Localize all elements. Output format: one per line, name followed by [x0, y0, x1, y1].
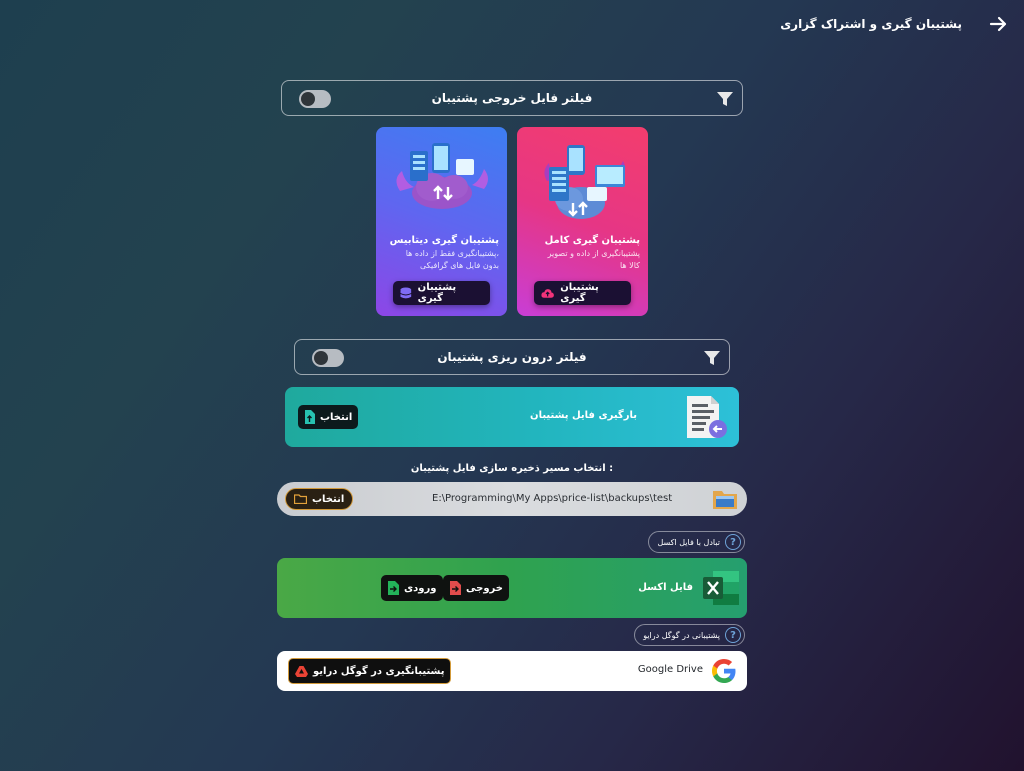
cloud-upload-icon: [541, 288, 554, 298]
excel-help[interactable]: تبادل با فایل اکسل ?: [648, 531, 745, 553]
import-filter-label: فیلتر درون ریزی پشتیبان: [437, 350, 587, 364]
full-backup-title: پشتیبان گیری کامل: [544, 235, 640, 246]
output-filter-toggle[interactable]: [299, 90, 331, 108]
document-import-icon: [687, 396, 727, 438]
import-filter-bar: فیلتر درون ریزی پشتیبان: [294, 339, 730, 375]
page-title: پشتیبان گیری و اشتراک گزاری: [780, 17, 962, 31]
google-drive-label: Google Drive: [637, 664, 703, 675]
import-filter-toggle[interactable]: [312, 349, 344, 367]
output-filter-label: فیلتر فایل خروجی پشتیبان: [431, 91, 593, 105]
file-upload-icon: [305, 410, 315, 424]
filter-icon: [704, 351, 720, 365]
drive-help[interactable]: پشتیبانی در گوگل درایو ?: [634, 624, 745, 646]
load-backup-row: انتخاب بارگیری فایل پشتیبان: [285, 387, 739, 447]
google-drive-backup-button[interactable]: پشتیبانگیری در گوگل درایو: [288, 658, 452, 684]
database-backup-button-label: پشتیبان گیری: [417, 282, 457, 304]
save-path-select-label: انتخاب: [312, 493, 345, 505]
drive-help-text: پشتیبانی در گوگل درایو: [643, 630, 720, 640]
full-backup-desc: پشتیبانگیری از داده و تصویر کالا ها: [547, 249, 640, 270]
load-backup-select-button[interactable]: انتخاب: [298, 405, 359, 429]
excel-import-label: ورودی: [404, 582, 437, 594]
google-drive-row: پشتیبانگیری در گوگل درایو Google Drive: [277, 651, 747, 691]
back-arrow-icon[interactable]: [988, 14, 1008, 34]
file-import-icon: [388, 581, 399, 595]
google-icon: [712, 659, 736, 683]
folder-icon: [294, 494, 307, 504]
help-icon: ?: [725, 534, 741, 550]
full-backup-button[interactable]: پشتیبان گیری: [534, 281, 631, 305]
google-drive-backup-label: پشتیبانگیری در گوگل درایو: [313, 665, 445, 677]
database-icon: [400, 286, 412, 298]
excel-row: ورودی خروجی فایل اکسل: [277, 558, 747, 618]
save-path-heading: انتخاب مسیر ذخیره سازی فایل پشتیبان :: [410, 463, 614, 474]
load-backup-select-label: انتخاب: [320, 411, 353, 423]
help-icon: ?: [725, 627, 741, 643]
save-path-select-button[interactable]: انتخاب: [285, 488, 354, 510]
filter-icon: [717, 92, 733, 106]
output-filter-bar: فیلتر فایل خروجی پشتیبان: [281, 80, 743, 116]
excel-export-label: خروجی: [466, 582, 503, 594]
save-path-value: E:\Programming\My Apps\price-list\backup…: [432, 493, 673, 504]
storage-folder-icon: [713, 491, 737, 509]
full-backup-illustration: [544, 145, 626, 219]
file-export-icon: [450, 581, 461, 595]
database-backup-desc: پشتیبانگیری فقط از داده ها، بدون فایل ها…: [405, 249, 499, 270]
excel-icon: [703, 571, 739, 605]
full-backup-button-label: پشتیبان گیری: [560, 282, 599, 304]
full-backup-card: پشتیبان گیری کامل پشتیبانگیری از داده و …: [517, 127, 648, 316]
database-backup-illustration: [396, 143, 488, 209]
load-backup-label: بارگیری فایل پشتیبان: [530, 410, 637, 421]
database-backup-card: پشتیبان گیری دیتابیس پشتیبانگیری فقط از …: [376, 127, 507, 316]
drive-icon: [295, 665, 308, 677]
save-path-row: انتخاب E:\Programming\My Apps\price-list…: [277, 482, 747, 516]
excel-label: فایل اکسل: [638, 582, 693, 593]
database-backup-button[interactable]: پشتیبان گیری: [393, 281, 490, 305]
excel-help-text: تبادل با فایل اکسل: [657, 537, 720, 547]
database-backup-title: پشتیبان گیری دیتابیس: [389, 235, 499, 246]
excel-import-button[interactable]: ورودی: [381, 575, 443, 601]
excel-export-button[interactable]: خروجی: [443, 575, 509, 601]
